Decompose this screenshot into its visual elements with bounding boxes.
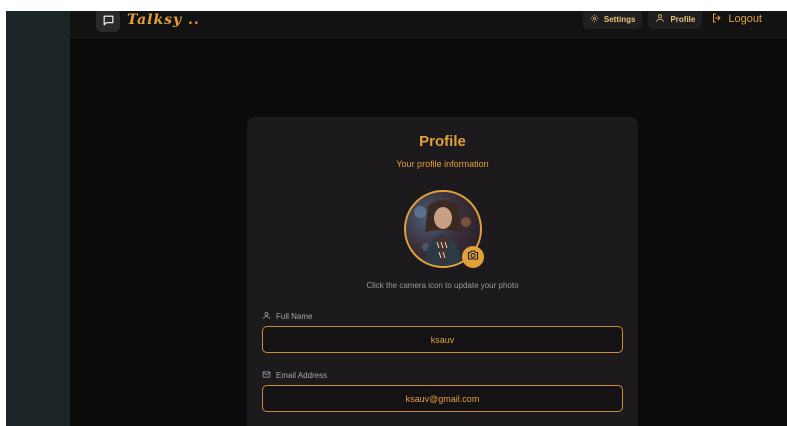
user-icon bbox=[262, 311, 271, 322]
email-label-text: Email Address bbox=[276, 371, 328, 380]
full-name-field[interactable]: ksauv bbox=[262, 326, 623, 353]
settings-label: Settings bbox=[603, 14, 636, 24]
full-name-label: Full Name bbox=[262, 311, 312, 322]
page-subtitle: Your profile information bbox=[396, 159, 489, 169]
email-label: Email Address bbox=[262, 370, 327, 381]
camera-button[interactable] bbox=[462, 246, 484, 268]
logout-icon bbox=[711, 12, 723, 27]
logout-button[interactable]: Logout bbox=[708, 11, 765, 29]
brand-name: Talksy .. bbox=[127, 12, 200, 28]
settings-button[interactable]: Settings bbox=[582, 11, 643, 29]
photo-hint: Click the camera icon to update your pho… bbox=[366, 281, 519, 290]
profile-button[interactable]: Profile bbox=[648, 11, 703, 29]
navbar: Talksy .. Settings Profile Logout bbox=[70, 11, 787, 38]
profile-label: Profile bbox=[670, 14, 696, 24]
camera-icon bbox=[467, 248, 479, 266]
email-field[interactable]: ksauv@gmail.com bbox=[262, 385, 623, 412]
page-title: Profile bbox=[419, 133, 466, 150]
profile-card: Profile Your profile information Click t… bbox=[247, 117, 638, 426]
avatar-container bbox=[404, 190, 484, 268]
full-name-label-text: Full Name bbox=[276, 312, 313, 321]
gear-icon bbox=[590, 14, 599, 25]
user-icon bbox=[655, 13, 665, 25]
message-square-icon bbox=[96, 11, 120, 32]
logout-label: Logout bbox=[728, 13, 762, 25]
left-sidebar bbox=[6, 11, 70, 426]
app-window: Talksy .. Settings Profile Logout Profil… bbox=[6, 11, 787, 426]
mail-icon bbox=[262, 370, 271, 381]
brand-link[interactable]: Talksy .. bbox=[96, 11, 200, 33]
nav-actions: Settings Profile Logout bbox=[582, 11, 765, 29]
